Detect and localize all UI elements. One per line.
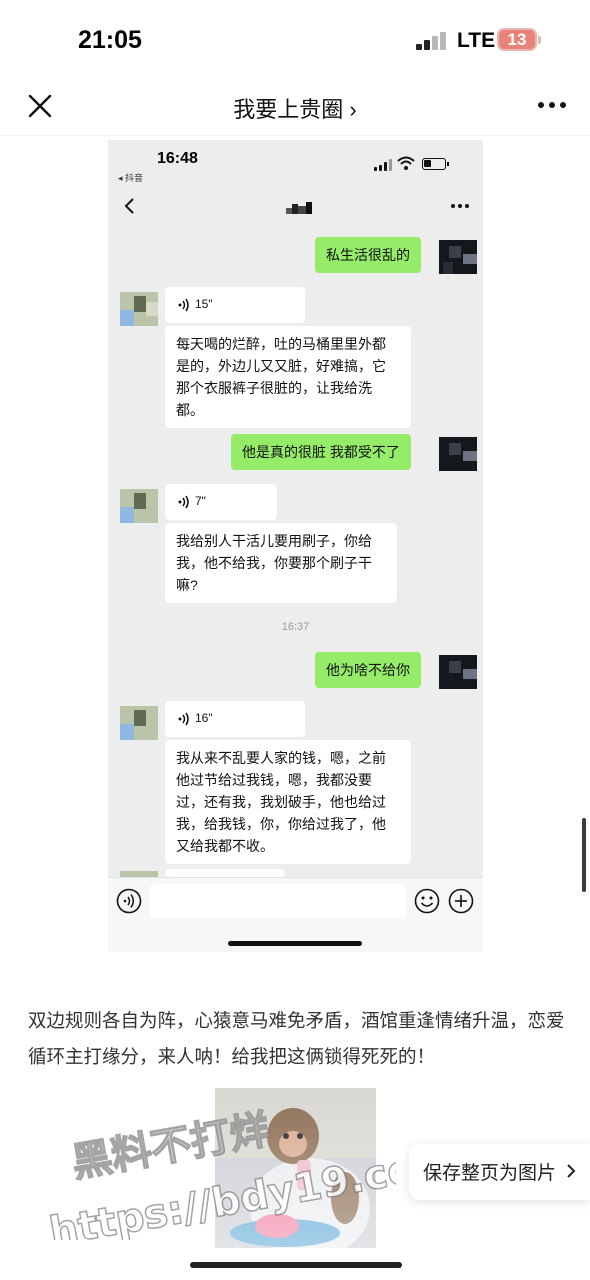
contact-name-redacted [286, 200, 312, 216]
message-input[interactable] [150, 884, 406, 918]
avatar-contact [120, 489, 158, 523]
page-title[interactable]: 我要上贵圈 › [0, 92, 590, 124]
chevron-right-icon [567, 1164, 576, 1178]
embedded-chat-screenshot: 16:48 ◂ 抖音 私生活很乱的 15" 每天喝的烂醉，吐的马桶里里外都 是的… [108, 140, 483, 952]
back-icon [124, 198, 134, 214]
save-page-label: 保存整页为图片 [423, 1163, 557, 1184]
message-bubble-sent: 他是真的很脏 我都受不了 [231, 434, 411, 470]
watermark: 黑料不打烊 https://bdy19.co [45, 1106, 396, 1240]
chat-input-bar [108, 877, 483, 952]
title-bar: 我要上贵圈 › [0, 80, 590, 136]
voice-message[interactable]: 15" [165, 287, 305, 323]
voice-duration: 16" [195, 711, 213, 725]
embedded-signal-icon [374, 159, 392, 171]
plus-icon[interactable] [448, 888, 474, 914]
voice-wave-icon [178, 298, 189, 312]
voice-duration: 7" [195, 494, 206, 508]
embedded-time: 16:48 [157, 150, 198, 167]
voice-message-partial [165, 869, 285, 877]
status-time: 21:05 [78, 26, 142, 54]
embedded-home-indicator [228, 941, 362, 946]
embedded-battery-tip [447, 162, 449, 166]
status-bar: 21:05 LTE 13 [0, 0, 590, 80]
emoji-icon[interactable] [414, 888, 440, 914]
avatar-self [439, 655, 477, 689]
network-type: LTE [457, 29, 496, 52]
message-bubble-sent: 私生活很乱的 [315, 237, 421, 273]
voice-duration: 15" [195, 297, 213, 311]
avatar-self [439, 437, 477, 471]
voice-wave-icon [178, 712, 189, 726]
message-bubble-sent: 他为啥不给你 [315, 652, 421, 688]
avatar-self [439, 240, 477, 274]
embedded-status-bar: 16:48 ◂ 抖音 [108, 140, 483, 184]
article-text: 双边规则各自为阵，心猿意马难免矛盾，酒馆重逢情绪升温，恋爱循环主打缘分，来人呐！… [28, 1010, 565, 1067]
save-page-as-image-button[interactable]: 保存整页为图片 [409, 1144, 590, 1200]
avatar-contact [120, 706, 158, 740]
voice-input-icon[interactable] [116, 888, 142, 914]
wifi-icon [397, 156, 415, 170]
more-button[interactable] [532, 92, 572, 118]
message-bubble-received: 我从来不乱要人家的钱，嗯，之前 他过节给过我钱，嗯，我都没要 过，还有我，我划破… [165, 740, 411, 864]
avatar-contact [120, 292, 158, 326]
battery-level: 13 [499, 30, 535, 49]
message-bubble-received: 每天喝的烂醉，吐的马桶里里外都 是的，外边儿又又脏，好难搞，它 那个衣服裤子很脏… [165, 326, 411, 428]
embedded-back-app: ◂ 抖音 [118, 173, 144, 183]
voice-message[interactable]: 16" [165, 701, 305, 737]
home-indicator [190, 1262, 402, 1268]
signal-icon [416, 30, 448, 50]
embedded-battery-icon [422, 158, 446, 170]
battery-tip [538, 36, 541, 44]
voice-wave-icon [178, 495, 189, 509]
chat-timestamp: 16:37 [281, 621, 310, 633]
message-bubble-received: 我给别人干活儿要用刷子，你给 我，他不给我，你要那个刷子干 嘛? [165, 523, 397, 603]
voice-message[interactable]: 7" [165, 484, 277, 520]
embedded-nav-bar [108, 188, 483, 228]
scroll-indicator[interactable] [582, 818, 586, 892]
embedded-more-icon [449, 202, 471, 210]
battery-icon: 13 [497, 28, 537, 51]
